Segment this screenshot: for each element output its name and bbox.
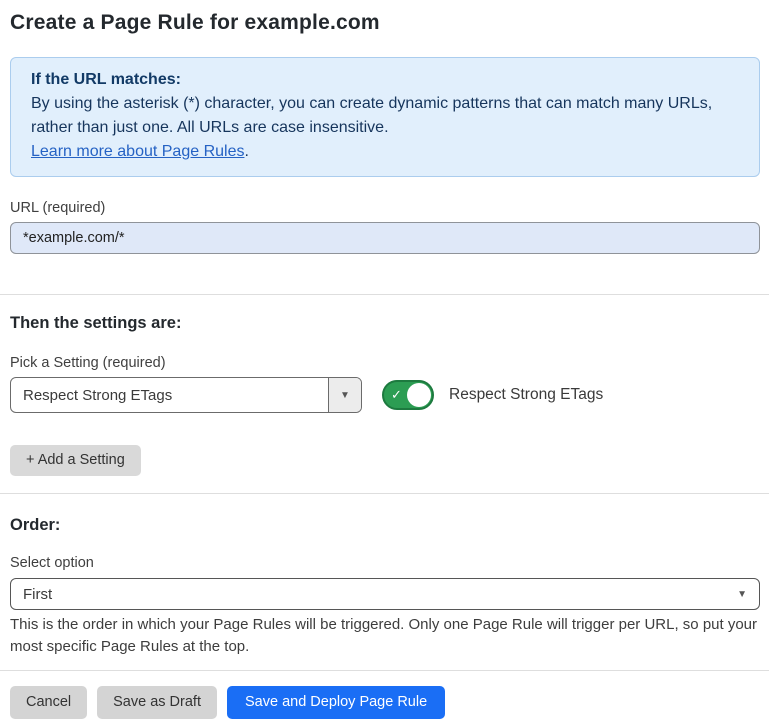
- etags-toggle[interactable]: ✓: [382, 380, 434, 410]
- cancel-button[interactable]: Cancel: [10, 686, 87, 719]
- setting-select-arrow-button[interactable]: ▼: [328, 378, 361, 412]
- setting-row: Respect Strong ETags ▼ ✓ Respect Strong …: [10, 377, 760, 413]
- toggle-label: Respect Strong ETags: [449, 386, 603, 404]
- order-section-heading: Order:: [10, 515, 760, 535]
- page-title: Create a Page Rule for example.com: [10, 10, 760, 36]
- pick-setting-label: Pick a Setting (required): [10, 354, 760, 372]
- setting-select-value: Respect Strong ETags: [11, 378, 328, 412]
- settings-section-heading: Then the settings are:: [10, 313, 760, 333]
- save-and-deploy-button[interactable]: Save and Deploy Page Rule: [227, 686, 445, 719]
- setting-select[interactable]: Respect Strong ETags ▼: [10, 377, 362, 413]
- footer-divider: [0, 670, 769, 671]
- chevron-down-icon: ▼: [340, 390, 350, 401]
- info-box-body: By using the asterisk (*) character, you…: [31, 92, 739, 140]
- info-box-link-line: Learn more about Page Rules.: [31, 140, 739, 164]
- order-select-value: First: [23, 586, 52, 603]
- url-input[interactable]: [10, 222, 760, 254]
- order-select[interactable]: First ▼: [10, 578, 760, 610]
- add-setting-button[interactable]: + Add a Setting: [10, 445, 141, 476]
- chevron-down-icon: ▼: [737, 589, 747, 600]
- save-as-draft-button[interactable]: Save as Draft: [97, 686, 217, 719]
- toggle-knob: [407, 383, 431, 407]
- section-divider: [0, 294, 769, 295]
- url-field-label: URL (required): [10, 199, 760, 217]
- info-box-heading: If the URL matches:: [31, 68, 739, 92]
- link-suffix: .: [244, 143, 248, 160]
- section-divider: [0, 493, 769, 494]
- learn-more-link[interactable]: Learn more about Page Rules: [31, 143, 244, 160]
- url-match-info-box: If the URL matches: By using the asteris…: [10, 57, 760, 177]
- order-select-label: Select option: [10, 554, 760, 572]
- check-icon: ✓: [391, 388, 402, 401]
- order-help-text: This is the order in which your Page Rul…: [10, 614, 760, 658]
- create-page-rule-form: Create a Page Rule for example.com If th…: [0, 10, 769, 719]
- footer-actions: Cancel Save as Draft Save and Deploy Pag…: [10, 686, 760, 719]
